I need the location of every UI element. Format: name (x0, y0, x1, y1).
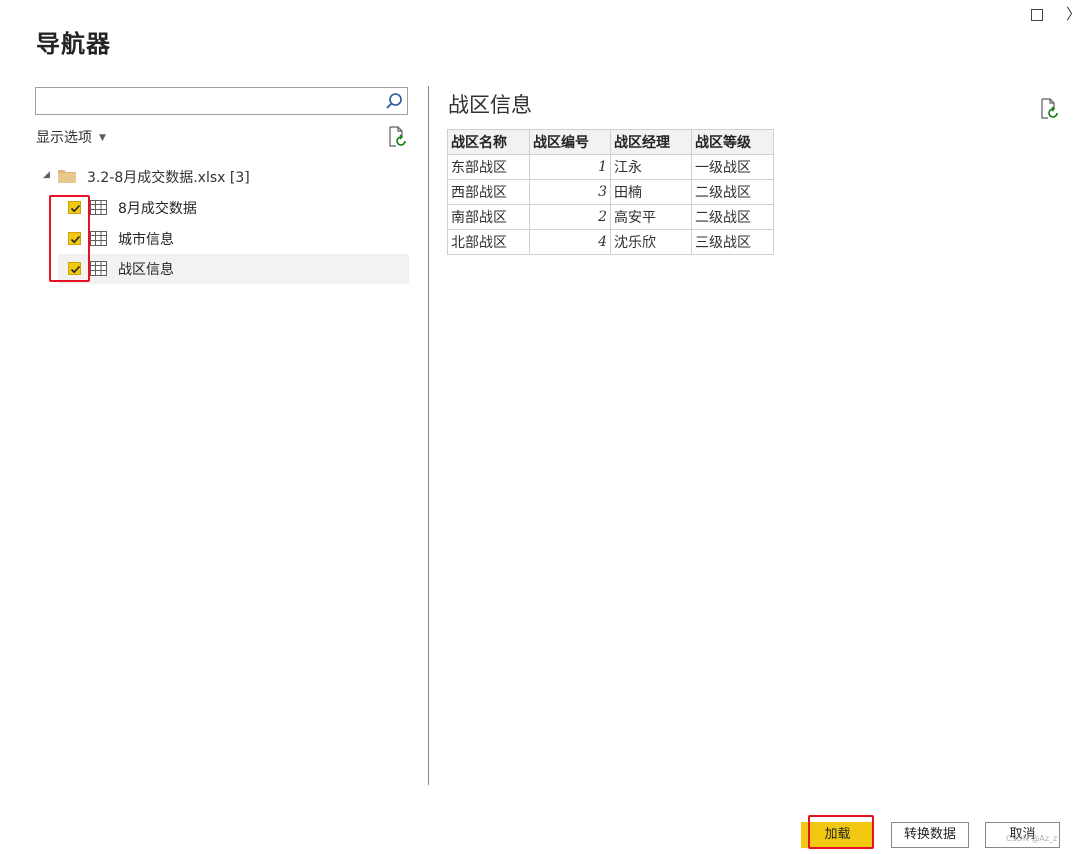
table-cell: 二级战区 (691, 204, 774, 230)
table-cell: 田楠 (610, 179, 692, 205)
table-cell: 三级战区 (691, 229, 774, 255)
table-row: 南部战区 2 高安平 二级战区 (447, 204, 774, 230)
close-icon[interactable]: 〉 (1066, 4, 1078, 24)
table-header-row: 战区名称 战区编号 战区经理 战区等级 (447, 129, 774, 155)
watermark: CSDN @Az_z (1006, 834, 1058, 843)
table-row: 西部战区 3 田楠 二级战区 (447, 179, 774, 205)
table-cell: 北部战区 (447, 229, 530, 255)
table-cell: 江永 (610, 154, 692, 180)
table-cell: 南部战区 (447, 204, 530, 230)
table-cell: 东部战区 (447, 154, 530, 180)
table-icon (90, 231, 107, 246)
refresh-icon[interactable] (1039, 98, 1059, 120)
pane-divider[interactable] (428, 86, 429, 785)
dialog-title: 导航器 (36, 30, 111, 58)
column-header[interactable]: 战区等级 (691, 129, 774, 155)
tree-item-战区信息[interactable] (58, 254, 409, 284)
table-cell: 一级战区 (691, 154, 774, 180)
column-header[interactable]: 战区名称 (447, 129, 530, 155)
checkbox-highlight-annotation (49, 195, 90, 282)
table-cell: 2 (529, 204, 611, 230)
table-cell: 4 (529, 229, 611, 255)
table-cell: 沈乐欣 (610, 229, 692, 255)
search-box[interactable] (35, 87, 408, 115)
table-cell: 1 (529, 154, 611, 180)
column-header[interactable]: 战区经理 (610, 129, 692, 155)
table-icon (90, 261, 107, 276)
tree-item-label: 战区信息 (118, 262, 174, 278)
search-input[interactable] (40, 91, 374, 113)
folder-icon (58, 170, 76, 183)
transform-data-button[interactable]: 转换数据 (891, 822, 969, 848)
table-icon (90, 200, 107, 215)
expand-caret-icon[interactable]: ◢ (43, 170, 50, 180)
preview-table: 战区名称 战区编号 战区经理 战区等级 东部战区 1 江永 一级战区 西部战区 … (447, 129, 774, 255)
display-options-dropdown[interactable]: 显示选项 ▼ (36, 127, 106, 147)
table-cell: 高安平 (610, 204, 692, 230)
table-row: 东部战区 1 江永 一级战区 (447, 154, 774, 180)
tree-item-label: 城市信息 (118, 232, 174, 248)
table-row: 北部战区 4 沈乐欣 三级战区 (447, 229, 774, 255)
maximize-icon[interactable] (1031, 9, 1043, 21)
workbook-label[interactable]: 3.2-8月成交数据.xlsx [3] (87, 167, 250, 187)
chevron-down-icon: ▼ (99, 133, 106, 143)
table-cell: 西部战区 (447, 179, 530, 205)
load-highlight-annotation (808, 815, 874, 849)
display-options-label: 显示选项 (36, 130, 92, 146)
table-cell: 3 (529, 179, 611, 205)
column-header[interactable]: 战区编号 (529, 129, 611, 155)
table-cell: 二级战区 (691, 179, 774, 205)
search-icon[interactable] (384, 91, 404, 111)
refresh-icon[interactable] (387, 126, 407, 148)
tree-item-label: 8月成交数据 (118, 201, 197, 217)
preview-title: 战区信息 (448, 93, 532, 117)
